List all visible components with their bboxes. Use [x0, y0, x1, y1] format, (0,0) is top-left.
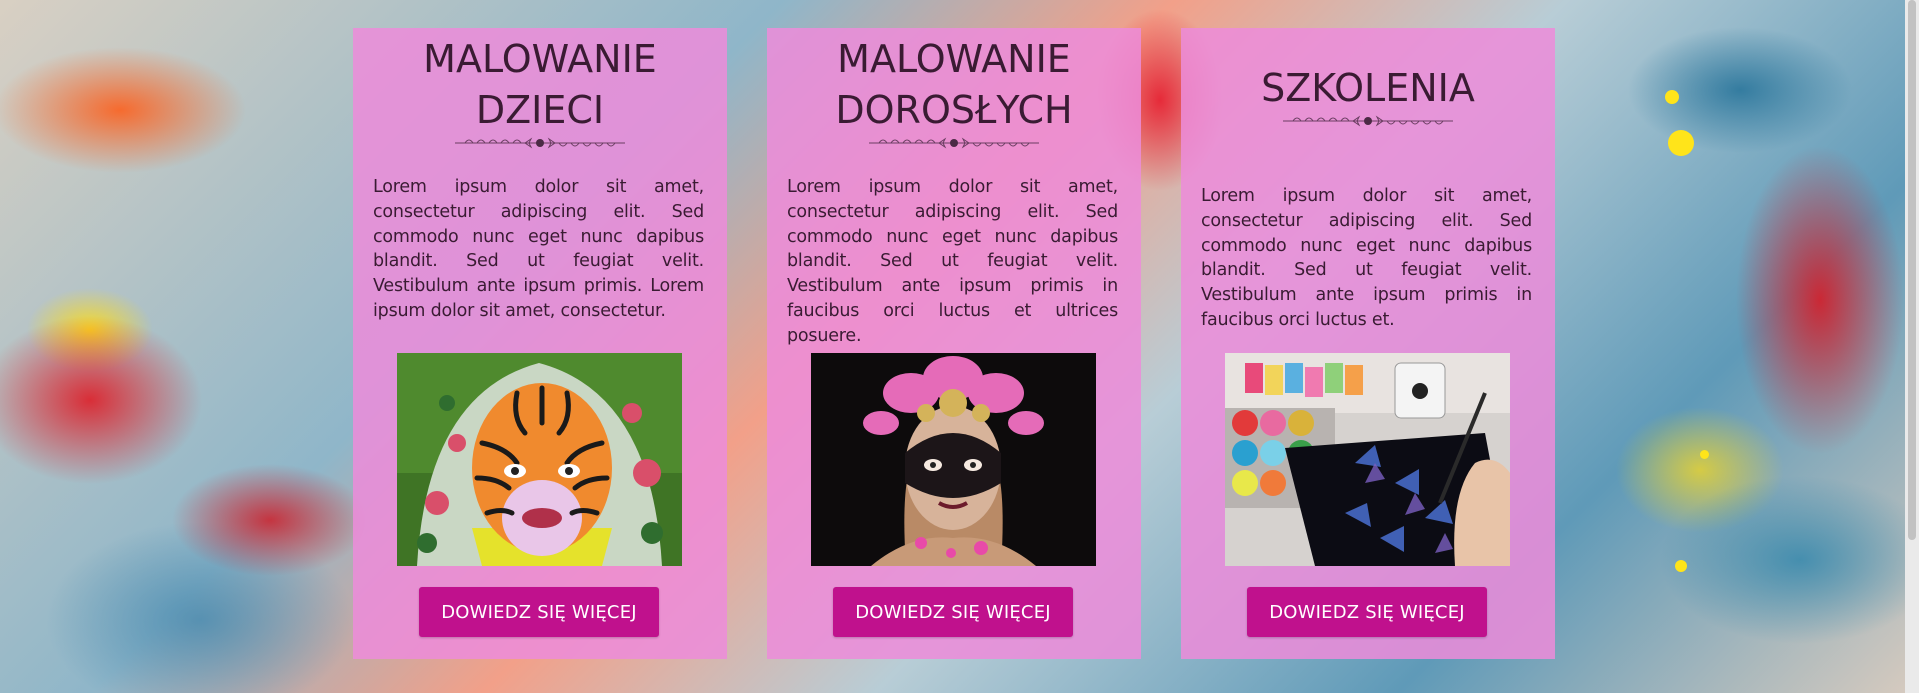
card-description: Lorem ipsum dolor sit amet, consectetur …: [1201, 186, 1532, 330]
card-title-line2: DOROSŁYCH: [835, 88, 1073, 132]
learn-more-button[interactable]: DOWIEDZ SIĘ WIĘCEJ: [1247, 587, 1487, 637]
service-card-adults: MALOWANIE DOROSŁYCH Lorem ipsum dolor si…: [767, 28, 1141, 659]
leaf-ornament-divider-icon: [1283, 115, 1453, 127]
scrollbar-thumb[interactable]: [1908, 0, 1916, 540]
service-card-children: MALOWANIE DZIECI Lorem ipsum dolor sit a…: [353, 28, 727, 659]
page-scrollbar[interactable]: [1905, 0, 1919, 693]
card-title-line2: DZIECI: [475, 88, 605, 132]
learn-more-button[interactable]: DOWIEDZ SIĘ WIĘCEJ: [419, 587, 659, 637]
card-title-line1: MALOWANIE: [423, 37, 657, 81]
card-description: Lorem ipsum dolor sit amet, consectetur …: [373, 177, 704, 321]
face-paint-palette-training-photo: [1225, 353, 1510, 566]
leaf-ornament-divider-icon: [869, 137, 1039, 149]
card-title-line1: MALOWANIE: [837, 37, 1071, 81]
child-tiger-face-paint-photo: [397, 353, 682, 566]
adult-fantasy-face-paint-photo: [811, 353, 1096, 566]
learn-more-button[interactable]: DOWIEDZ SIĘ WIĘCEJ: [833, 587, 1073, 637]
leaf-ornament-divider-icon: [455, 137, 625, 149]
service-card-training: SZKOLENIA Lorem ipsum dolor sit amet, co…: [1181, 28, 1555, 659]
card-description: Lorem ipsum dolor sit amet, consectetur …: [787, 177, 1118, 346]
card-title-line1: SZKOLENIA: [1261, 66, 1475, 110]
